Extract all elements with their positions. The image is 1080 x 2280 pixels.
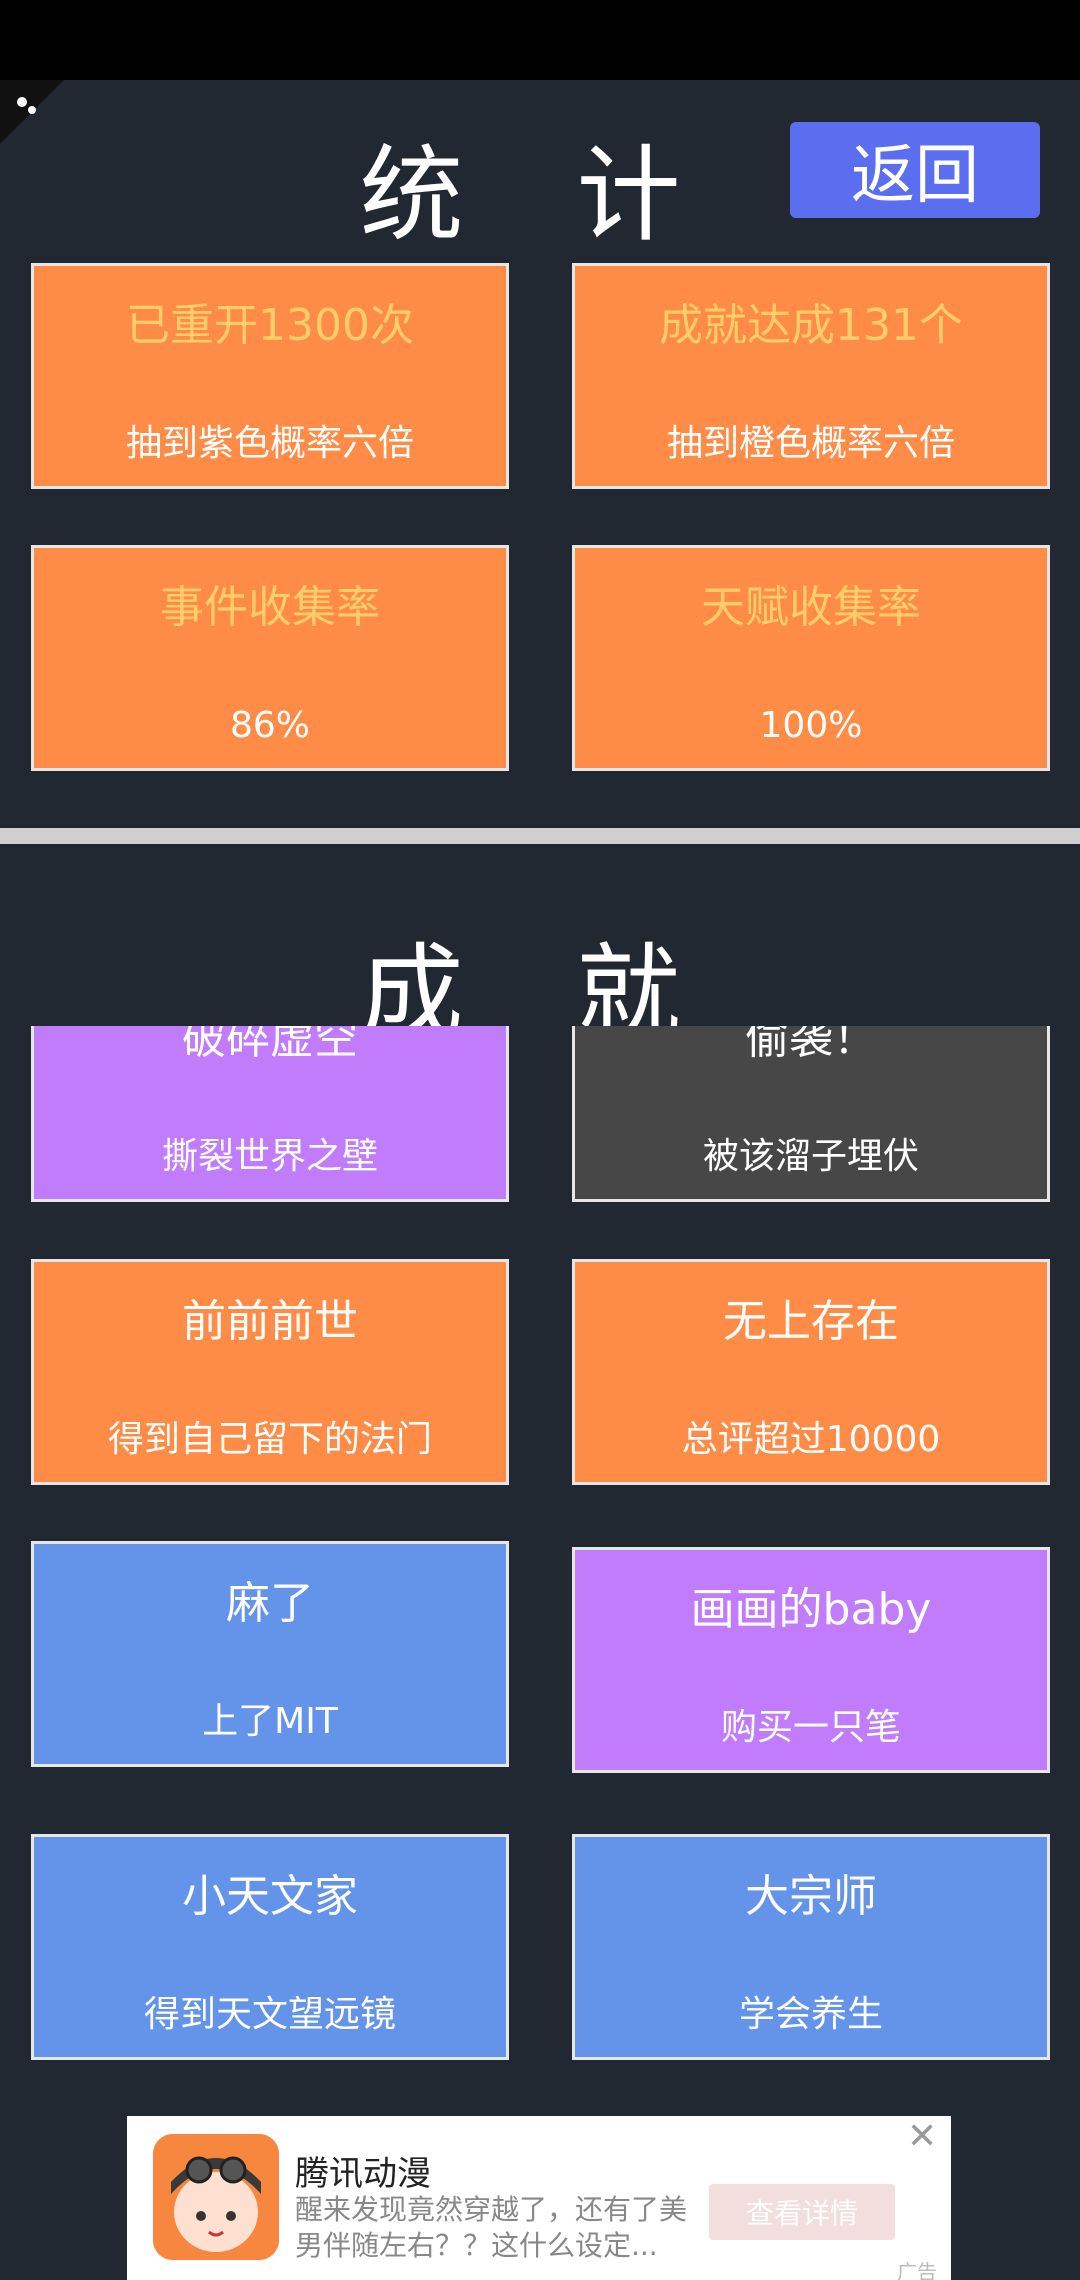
achievement-subtitle: 购买一只笔 xyxy=(720,1707,901,1748)
section-divider xyxy=(0,828,1080,844)
ad-description: 醒来发现竟然穿越了，还有了美男伴随左右？？这什么设定... xyxy=(295,2193,688,2263)
achievement-title: 小天文家 xyxy=(182,1871,358,1922)
stat-card-restarts: 已重开1300次 抽到紫色概率六倍 xyxy=(31,263,509,489)
ad-app-name: 腾讯动漫 xyxy=(295,2154,431,2194)
stat-subtitle: 抽到橙色概率六倍 xyxy=(666,423,955,464)
stat-title: 天赋收集率 xyxy=(701,582,921,633)
stat-title: 已重开1300次 xyxy=(126,300,414,351)
achievement-title: 无上存在 xyxy=(723,1296,899,1347)
stat-title: 事件收集率 xyxy=(160,582,380,633)
achievement-card[interactable]: 小天文家 得到天文望远镜 xyxy=(31,1834,509,2060)
achievement-subtitle: 撕裂世界之壁 xyxy=(161,1136,378,1177)
achievements-list[interactable]: 破碎虚空 撕裂世界之壁 偷袭！ 被该溜子埋伏 前前前世 得到自己留下的法门 无上… xyxy=(0,1026,1080,2116)
status-bar xyxy=(0,0,1080,80)
achievement-subtitle: 被该溜子埋伏 xyxy=(702,1136,919,1177)
achievement-subtitle: 得到自己留下的法门 xyxy=(107,1419,432,1460)
stat-subtitle: 100% xyxy=(759,705,863,746)
achievement-title: 大宗师 xyxy=(745,1871,877,1922)
stat-card-event-collection: 事件收集率 86% xyxy=(31,545,509,771)
stat-card-achievements: 成就达成131个 抽到橙色概率六倍 xyxy=(572,263,1050,489)
achievement-subtitle: 总评超过10000 xyxy=(681,1419,941,1460)
achievement-card[interactable]: 画画的baby 购买一只笔 xyxy=(572,1547,1050,1773)
app-logo-icon xyxy=(153,2134,279,2260)
stat-title: 成就达成131个 xyxy=(659,300,963,351)
achievement-card[interactable]: 大宗师 学会养生 xyxy=(572,1834,1050,2060)
achievement-title: 麻了 xyxy=(226,1578,314,1629)
stat-subtitle: 抽到紫色概率六倍 xyxy=(125,423,414,464)
back-button[interactable]: 返回 xyxy=(790,122,1040,218)
achievement-card[interactable]: 无上存在 总评超过10000 xyxy=(572,1259,1050,1485)
ad-label: 广告 xyxy=(897,2260,937,2280)
achievement-title: 破碎虚空 xyxy=(182,1026,358,1064)
achievement-title: 偷袭！ xyxy=(745,1026,877,1064)
view-details-button[interactable]: 查看详情 xyxy=(709,2184,895,2240)
achievement-card[interactable]: 麻了 上了MIT xyxy=(31,1541,509,1767)
achievement-title: 前前前世 xyxy=(182,1296,358,1347)
achievement-card[interactable]: 偷袭！ 被该溜子埋伏 xyxy=(572,1026,1050,1202)
close-icon[interactable]: ✕ xyxy=(907,2116,937,2157)
achievement-subtitle: 得到天文望远镜 xyxy=(143,1994,396,2035)
achievement-title: 画画的baby xyxy=(690,1584,932,1635)
stat-subtitle: 86% xyxy=(229,705,310,746)
achievement-subtitle: 上了MIT xyxy=(202,1701,338,1742)
achievement-subtitle: 学会养生 xyxy=(738,1994,883,2035)
stat-card-talent-collection: 天赋收集率 100% xyxy=(572,545,1050,771)
ad-banner[interactable]: 腾讯动漫 醒来发现竟然穿越了，还有了美男伴随左右？？这什么设定... 查看详情 … xyxy=(127,2116,951,2280)
achievement-card[interactable]: 前前前世 得到自己留下的法门 xyxy=(31,1259,509,1485)
achievement-card[interactable]: 破碎虚空 撕裂世界之壁 xyxy=(31,1026,509,1202)
